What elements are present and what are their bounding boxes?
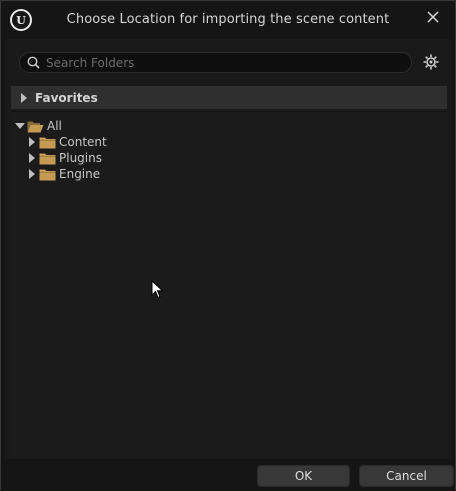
folder-icon [39, 137, 56, 148]
tree-item-label: Content [59, 135, 107, 149]
favorites-label: Favorites [35, 90, 98, 105]
favorites-section-header[interactable]: Favorites [11, 86, 447, 109]
ok-button[interactable]: OK [257, 465, 350, 487]
chevron-right-icon [29, 137, 35, 147]
cancel-button[interactable]: Cancel [359, 465, 454, 487]
chevron-right-icon [21, 92, 27, 103]
tree-item-label: All [47, 119, 62, 133]
search-input[interactable] [46, 55, 376, 70]
dialog-footer: OK Cancel [1, 459, 455, 491]
search-icon [27, 56, 40, 69]
gear-icon [423, 54, 439, 70]
tree-item-all[interactable]: All [15, 118, 62, 134]
close-button[interactable] [423, 7, 443, 27]
import-location-dialog: U Choose Location for importing the scen… [0, 0, 456, 491]
tree-item-engine[interactable]: Engine [27, 166, 100, 182]
close-icon [427, 11, 439, 23]
settings-button[interactable] [422, 53, 440, 71]
tree-item-label: Engine [59, 167, 101, 181]
chevron-right-icon [29, 169, 35, 179]
mouse-cursor-icon [151, 280, 164, 299]
folder-open-icon [27, 121, 44, 132]
folder-tree[interactable]: All Content Plugins Engine [11, 111, 447, 455]
dialog-body: Favorites All [5, 39, 451, 459]
chevron-right-icon [29, 153, 35, 163]
folder-icon [39, 169, 56, 180]
title-bar[interactable]: U Choose Location for importing the scen… [1, 1, 455, 39]
dialog-title: Choose Location for importing the scene … [66, 12, 390, 27]
tree-item-plugins[interactable]: Plugins [27, 150, 102, 166]
folder-icon [39, 153, 56, 164]
chevron-down-icon [15, 123, 25, 129]
search-box[interactable] [19, 52, 412, 73]
tree-item-label: Plugins [59, 151, 102, 165]
tree-item-content[interactable]: Content [27, 134, 107, 150]
